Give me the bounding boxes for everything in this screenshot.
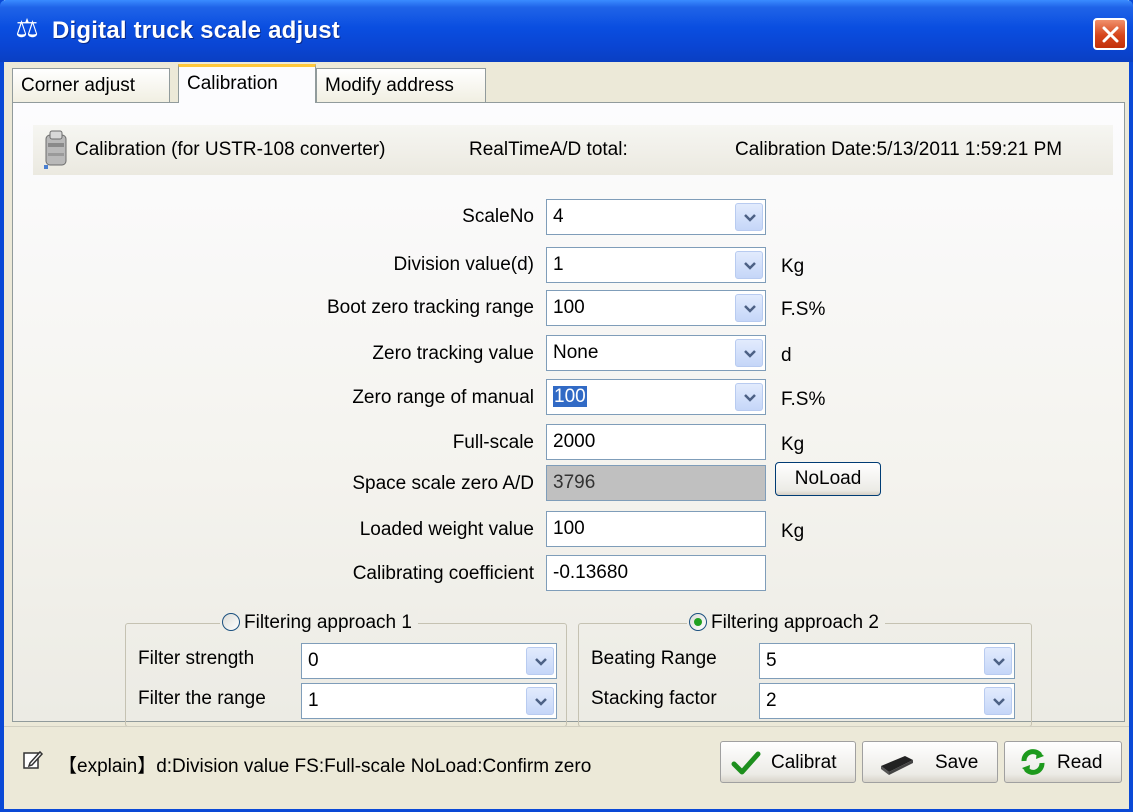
scale-icon: ⚖ xyxy=(15,14,39,44)
zero-tracking-value: None xyxy=(553,342,599,363)
scale-no-value: 4 xyxy=(553,206,564,227)
stacking-factor-select[interactable]: 2 xyxy=(759,683,1015,719)
boot-zero-value: 100 xyxy=(553,297,585,318)
scale-no-label: ScaleNo xyxy=(462,206,534,227)
explain-text: 【explain】d:Division value FS:Full-scale … xyxy=(58,756,592,777)
edit-note-icon xyxy=(23,750,44,769)
chevron-down-icon xyxy=(744,214,756,222)
close-button[interactable] xyxy=(1093,18,1127,50)
filter-approach-2-radio[interactable] xyxy=(689,613,707,631)
boot-zero-select[interactable]: 100 xyxy=(546,290,766,326)
beating-range-value: 5 xyxy=(766,650,777,671)
calibrating-coef-label: Calibrating coefficient xyxy=(352,563,534,584)
filter-approach-2-legend[interactable]: Filtering approach 2 xyxy=(687,610,885,636)
status-bar: 【explain】d:Division value FS:Full-scale … xyxy=(4,726,1129,809)
filter-approach-1-group: Filtering approach 1 Filter strength 0 F… xyxy=(125,610,567,727)
loaded-weight-unit: Kg xyxy=(781,521,805,542)
zero-manual-unit: F.S% xyxy=(781,389,826,410)
disk-drive-icon xyxy=(881,756,913,775)
division-value-label: Division value(d) xyxy=(393,254,534,275)
filter-approach-1-radio[interactable] xyxy=(222,613,240,631)
zero-tracking-select[interactable]: None xyxy=(546,335,766,371)
space-zero-label: Space scale zero A/D xyxy=(352,473,534,494)
boot-zero-dropdown-button[interactable] xyxy=(735,294,763,322)
zero-tracking-label: Zero tracking value xyxy=(372,343,534,364)
calibrating-coef-input[interactable]: -0.13680 xyxy=(546,555,766,591)
space-zero-field: 3796 xyxy=(546,465,766,501)
full-scale-input[interactable]: 2000 xyxy=(546,424,766,460)
filter-range-dropdown-button[interactable] xyxy=(526,687,554,715)
loaded-weight-input[interactable]: 100 xyxy=(546,511,766,547)
stacking-factor-value: 2 xyxy=(766,690,777,711)
zero-manual-value: 100 xyxy=(553,386,587,407)
window-title: Digital truck scale adjust xyxy=(52,17,340,44)
filter-strength-dropdown-button[interactable] xyxy=(526,647,554,675)
filter-approach-1-legend[interactable]: Filtering approach 1 xyxy=(220,610,418,636)
zero-tracking-unit: d xyxy=(781,345,792,366)
division-value-select[interactable]: 1 xyxy=(546,247,766,283)
calibrate-label: Calibrat xyxy=(771,752,837,773)
boot-zero-unit: F.S% xyxy=(781,299,826,320)
read-button[interactable]: Read xyxy=(1004,741,1122,783)
stacking-factor-label: Stacking factor xyxy=(591,688,717,709)
save-button[interactable]: Save xyxy=(862,741,998,783)
stacking-factor-dropdown-button[interactable] xyxy=(984,687,1012,715)
calibration-date: Calibration Date:5/13/2011 1:59:21 PM xyxy=(735,139,1063,160)
division-value-value: 1 xyxy=(553,254,564,275)
beating-range-select[interactable]: 5 xyxy=(759,643,1015,679)
save-label: Save xyxy=(935,752,979,773)
full-scale-unit: Kg xyxy=(781,434,805,455)
chevron-down-icon xyxy=(535,658,547,666)
close-icon xyxy=(1102,26,1119,43)
filter-approach-1-label: Filtering approach 1 xyxy=(244,612,412,633)
chevron-down-icon xyxy=(993,658,1005,666)
filter-strength-value: 0 xyxy=(308,650,319,671)
chevron-down-icon xyxy=(535,698,547,706)
chevron-down-icon xyxy=(744,394,756,402)
chevron-down-icon xyxy=(744,350,756,358)
full-scale-label: Full-scale xyxy=(452,432,534,453)
filter-approach-2-group: Filtering approach 2 Beating Range 5 Sta… xyxy=(578,610,1032,727)
filter-strength-label: Filter strength xyxy=(138,648,255,669)
beating-range-label: Beating Range xyxy=(591,648,717,669)
chevron-down-icon xyxy=(744,305,756,313)
division-value-dropdown-button[interactable] xyxy=(735,251,763,279)
zero-manual-dropdown-button[interactable] xyxy=(735,383,763,411)
filter-range-value: 1 xyxy=(308,690,319,711)
scale-no-dropdown-button[interactable] xyxy=(735,203,763,231)
boot-zero-label: Boot zero tracking range xyxy=(326,297,534,318)
filter-range-select[interactable]: 1 xyxy=(301,683,557,719)
tab-modify-address[interactable]: Modify address xyxy=(316,68,486,102)
app-window: ⚖ Digital truck scale adjust Corner adju… xyxy=(0,0,1133,812)
chevron-down-icon xyxy=(744,262,756,270)
tab-corner-adjust[interactable]: Corner adjust xyxy=(12,68,170,102)
chevron-down-icon xyxy=(993,698,1005,706)
filter-approach-2-label: Filtering approach 2 xyxy=(711,612,879,633)
zero-tracking-dropdown-button[interactable] xyxy=(735,339,763,367)
noload-button[interactable]: NoLoad xyxy=(775,462,881,496)
scale-no-select[interactable]: 4 xyxy=(546,199,766,235)
calibrate-button[interactable]: Calibrat xyxy=(720,741,856,783)
realtime-ad-label: RealTimeA/D total: xyxy=(469,139,628,160)
zero-manual-label: Zero range of manual xyxy=(352,387,534,408)
zero-manual-select[interactable]: 100 xyxy=(546,379,766,415)
load-cell-icon xyxy=(44,130,67,169)
calibration-title: Calibration (for USTR-108 converter) xyxy=(75,139,386,160)
checkmark-icon xyxy=(731,751,761,775)
filter-strength-select[interactable]: 0 xyxy=(301,643,557,679)
beating-range-dropdown-button[interactable] xyxy=(984,647,1012,675)
calibration-panel: Calibration (for USTR-108 converter) Rea… xyxy=(12,102,1125,727)
read-label: Read xyxy=(1057,752,1103,773)
tab-calibration[interactable]: Calibration xyxy=(178,64,316,103)
title-bar[interactable]: ⚖ Digital truck scale adjust xyxy=(0,0,1133,62)
refresh-icon xyxy=(1021,749,1045,775)
filter-range-label: Filter the range xyxy=(138,688,266,709)
loaded-weight-label: Loaded weight value xyxy=(359,519,534,540)
division-value-unit: Kg xyxy=(781,256,805,277)
calibration-header: Calibration (for USTR-108 converter) Rea… xyxy=(33,125,1113,175)
